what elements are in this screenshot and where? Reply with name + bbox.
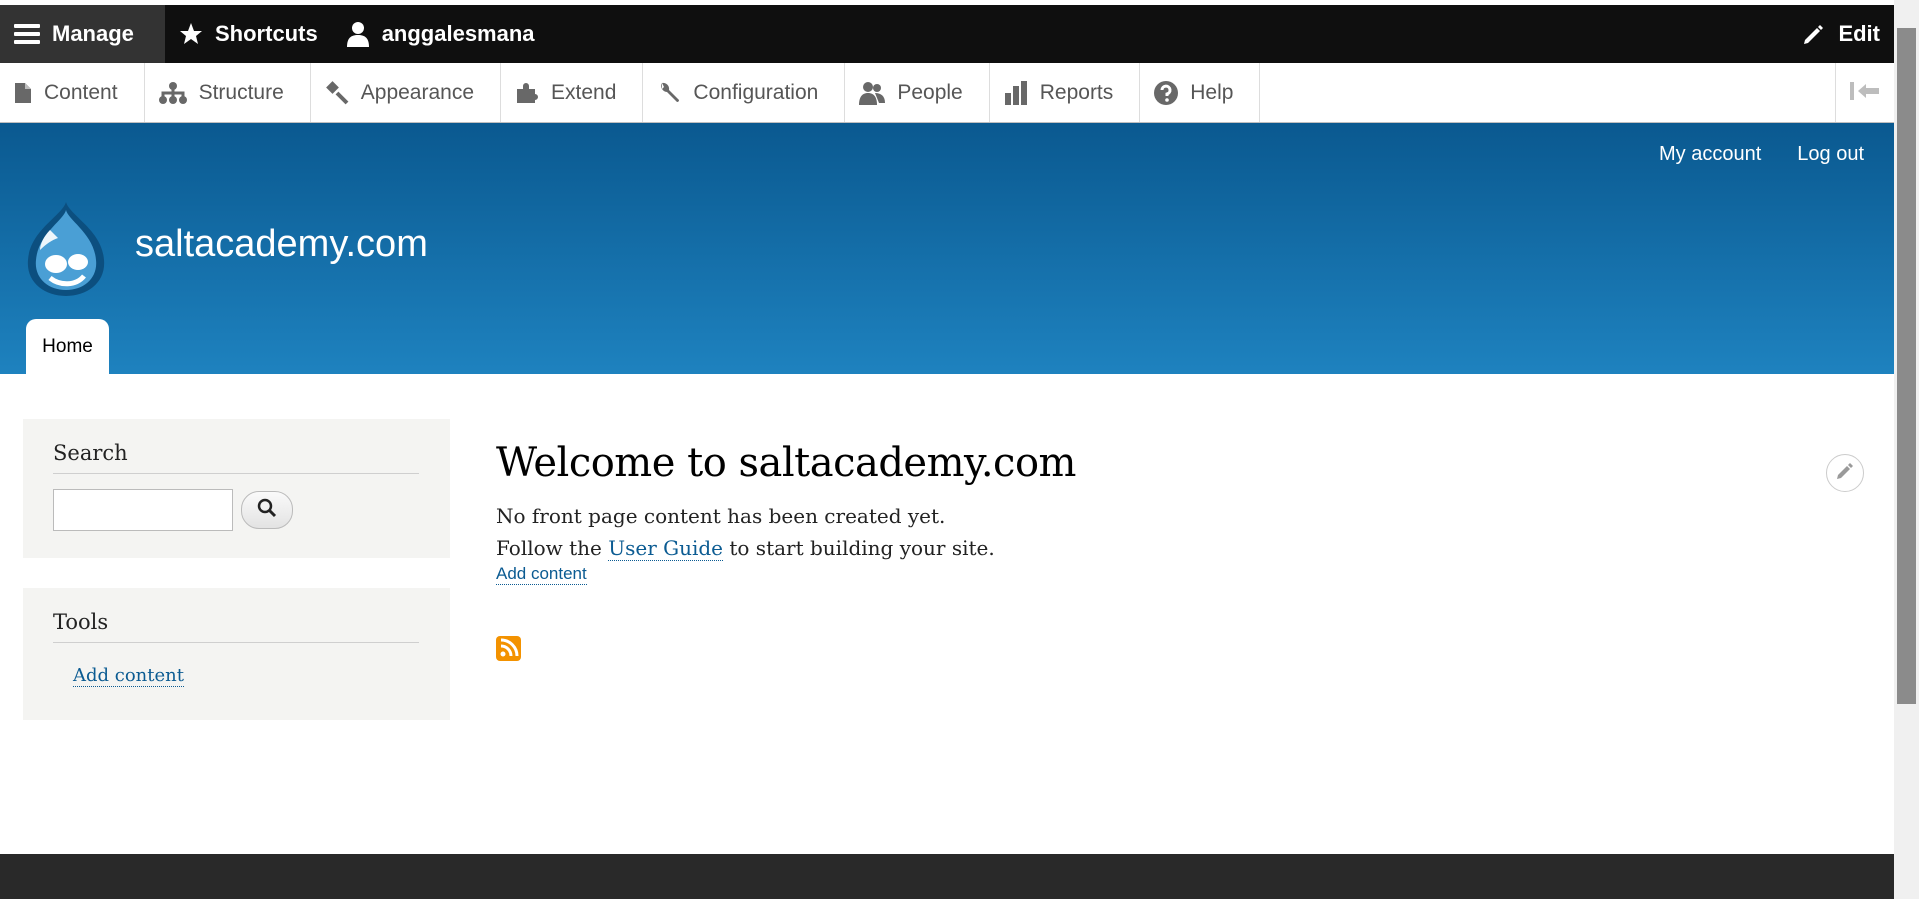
search-input[interactable] — [53, 489, 233, 531]
search-form — [53, 489, 420, 531]
my-account-link[interactable]: My account — [1659, 143, 1761, 166]
tab-home[interactable]: Home — [26, 319, 109, 375]
tray-item-extend[interactable]: Extend — [501, 63, 644, 122]
tray-orientation-toggle[interactable] — [1835, 63, 1894, 122]
sitemap-icon — [158, 81, 187, 105]
tray-item-label: People — [897, 80, 963, 104]
tools-add-content-link[interactable]: Add content — [73, 665, 184, 687]
tray-item-reports[interactable]: Reports — [990, 63, 1141, 122]
edit-tab[interactable]: Edit — [1788, 5, 1894, 63]
file-icon — [14, 82, 32, 104]
tray-item-help[interactable]: Help — [1140, 63, 1261, 122]
tray-item-configuration[interactable]: Configuration — [643, 63, 846, 122]
pencil-icon — [1802, 22, 1826, 46]
scrollbar-thumb[interactable] — [1897, 28, 1916, 704]
tray-item-appearance[interactable]: Appearance — [311, 63, 502, 122]
tray-item-label: Reports — [1039, 80, 1114, 104]
people-icon — [859, 81, 886, 105]
site-name[interactable]: saltacademy.com — [135, 223, 428, 266]
user-guide-link[interactable]: User Guide — [608, 536, 724, 561]
admin-toolbar: Manage Shortcuts anggalesmana Edit — [0, 5, 1894, 63]
search-button[interactable] — [241, 491, 293, 529]
tray-item-label: Content — [44, 80, 118, 104]
collapse-left-icon — [1850, 81, 1880, 105]
guide-prefix: Follow the — [496, 536, 602, 560]
secondary-menu: My account Log out — [1659, 143, 1864, 166]
tray-item-label: Appearance — [360, 80, 475, 104]
add-content-link[interactable]: Add content — [496, 564, 587, 585]
tools-block: Tools Add content — [23, 588, 450, 720]
toolbar-tray: Content Structure Appearance Extend Conf… — [0, 63, 1894, 123]
paintbrush-icon — [325, 80, 349, 105]
user-label: anggalesmana — [381, 21, 535, 46]
wrench-icon — [657, 81, 681, 105]
bar-chart-icon — [1004, 80, 1028, 105]
main-content: Welcome to saltacademy.com No front page… — [496, 440, 1076, 585]
user-guide-paragraph: Follow the User Guide to start building … — [496, 532, 1076, 564]
tools-block-title: Tools — [53, 610, 419, 643]
tray-item-label: Help — [1190, 80, 1234, 104]
user-tab[interactable]: anggalesmana — [332, 5, 549, 63]
rss-feed-icon[interactable] — [496, 636, 521, 661]
manage-tab[interactable]: Manage — [0, 5, 165, 63]
search-block-title: Search — [53, 441, 419, 474]
search-block: Search — [23, 419, 450, 558]
tray-item-content[interactable]: Content — [0, 63, 145, 122]
puzzle-icon — [515, 81, 539, 105]
pencil-icon — [1836, 462, 1854, 484]
empty-front-message: No front page content has been created y… — [496, 504, 946, 528]
contextual-edit-button[interactable] — [1826, 454, 1864, 492]
edit-label: Edit — [1838, 21, 1880, 46]
hamburger-icon — [14, 22, 40, 46]
tray-item-label: Configuration — [693, 80, 819, 104]
drupal-logo[interactable] — [22, 200, 110, 298]
page-title: Welcome to saltacademy.com — [496, 440, 1076, 486]
tray-item-people[interactable]: People — [845, 63, 990, 122]
shortcuts-tab[interactable]: Shortcuts — [165, 5, 332, 63]
site-header: My account Log out saltacademy.com Home — [0, 123, 1894, 375]
star-icon — [179, 22, 203, 46]
search-icon — [257, 498, 277, 522]
page-footer — [0, 854, 1894, 899]
log-out-link[interactable]: Log out — [1797, 143, 1864, 166]
tray-item-label: Extend — [551, 80, 617, 104]
manage-label: Manage — [52, 21, 134, 46]
tray-item-label: Structure — [198, 80, 284, 104]
tray-item-structure[interactable]: Structure — [145, 63, 311, 122]
guide-suffix: to start building your site. — [729, 536, 995, 560]
user-icon — [346, 21, 370, 47]
help-icon — [1154, 80, 1179, 105]
shortcuts-label: Shortcuts — [215, 21, 318, 46]
